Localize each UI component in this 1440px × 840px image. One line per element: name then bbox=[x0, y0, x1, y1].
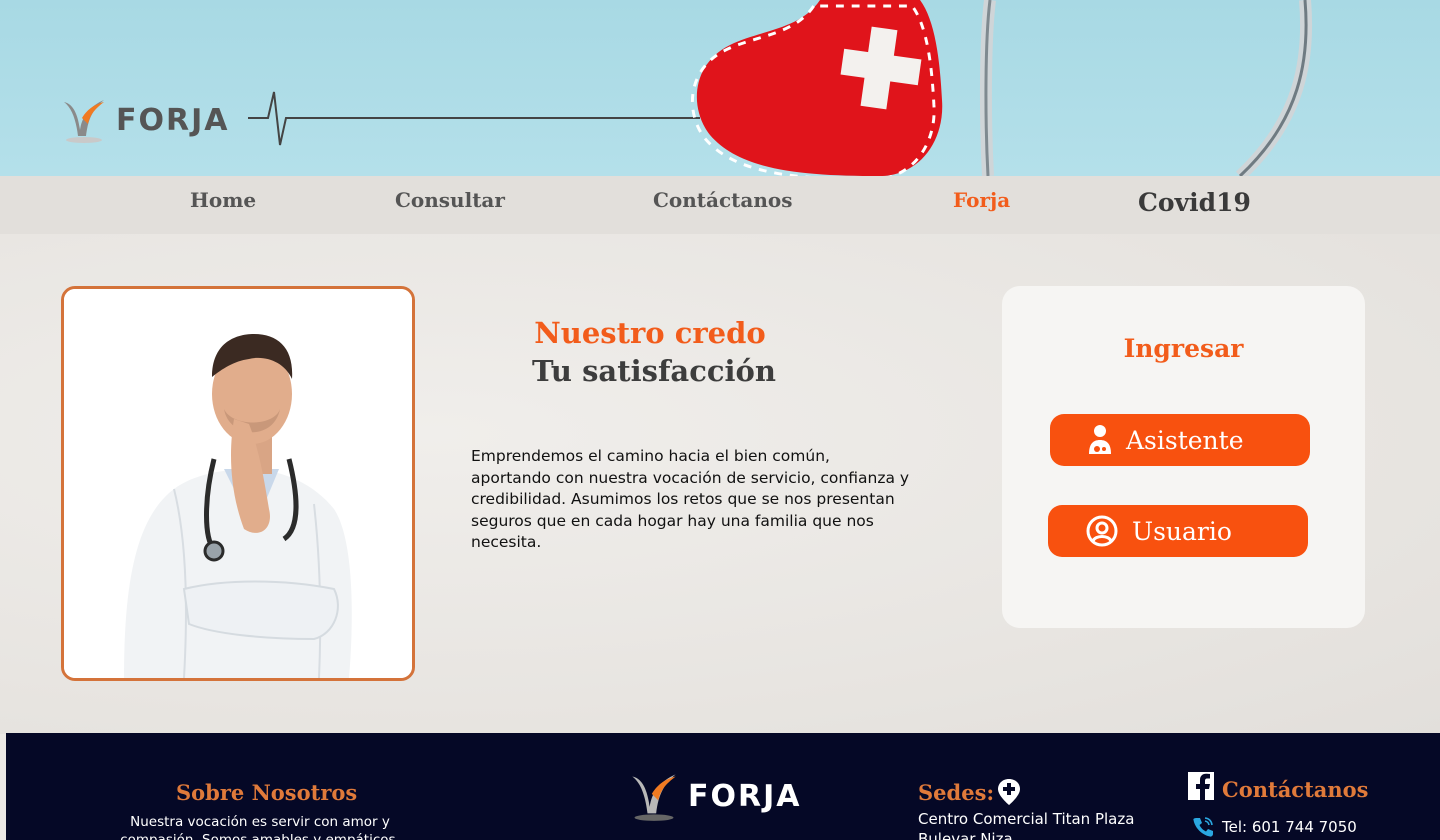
login-card: Ingresar Asistente Usuario bbox=[1002, 286, 1365, 628]
nav-home[interactable]: Home bbox=[190, 188, 256, 212]
nav-contactanos[interactable]: Contáctanos bbox=[653, 188, 793, 212]
footer-phone-text: Tel: 601 744 7050 bbox=[1222, 818, 1357, 836]
nav-covid19[interactable]: Covid19 bbox=[1138, 188, 1251, 217]
mission-text: Emprendemos el camino hacia el bien comú… bbox=[471, 447, 910, 551]
asistente-label: Asistente bbox=[1126, 425, 1244, 455]
forja-swoosh-icon bbox=[64, 100, 104, 143]
footer-sedes-text: Centro Comercial Titan Plaza Bulevar Niz… bbox=[918, 810, 1135, 840]
footer-phone[interactable]: Tel: 601 744 7050 bbox=[1192, 816, 1357, 838]
phone-icon bbox=[1193, 817, 1213, 837]
usuario-button[interactable]: Usuario bbox=[1048, 505, 1308, 557]
doctor-photo bbox=[61, 286, 415, 681]
location-pin-icon bbox=[998, 779, 1020, 805]
heart-stethoscope-illustration bbox=[248, 0, 1313, 176]
forja-logo[interactable]: FORJA bbox=[60, 96, 229, 144]
asistente-button[interactable]: Asistente bbox=[1050, 414, 1310, 466]
headline-main: Tu satisfacción bbox=[532, 354, 776, 388]
main-content: Nuestro credo Tu satisfacción Emprendemo… bbox=[0, 234, 1440, 734]
footer-contact-title: Contáctanos bbox=[1222, 777, 1369, 802]
brand-name: FORJA bbox=[116, 102, 230, 138]
forja-swoosh-icon bbox=[632, 774, 676, 821]
footer-brand-name: FORJA bbox=[688, 778, 802, 814]
hero-banner: FORJA bbox=[0, 0, 1440, 176]
doctor-illustration bbox=[64, 289, 412, 678]
footer-about-title: Sobre Nosotros bbox=[176, 780, 358, 805]
headline-accent: Nuestro credo bbox=[534, 316, 766, 350]
nav-consultar[interactable]: Consultar bbox=[395, 188, 505, 212]
user-circle-icon bbox=[1086, 515, 1118, 547]
facebook-icon[interactable] bbox=[1188, 772, 1214, 800]
footer-logo[interactable]: FORJA bbox=[628, 770, 801, 822]
doctor-icon bbox=[1089, 425, 1111, 454]
footer-about-text: Nuestra vocación es servir con amor y co… bbox=[120, 814, 400, 840]
login-title: Ingresar bbox=[1123, 334, 1244, 363]
main-nav: Home Consultar Contáctanos Forja Covid19 bbox=[0, 176, 1440, 234]
footer-sedes-title: Sedes: bbox=[918, 780, 995, 805]
nav-forja[interactable]: Forja bbox=[953, 188, 1010, 212]
usuario-label: Usuario bbox=[1132, 516, 1232, 546]
